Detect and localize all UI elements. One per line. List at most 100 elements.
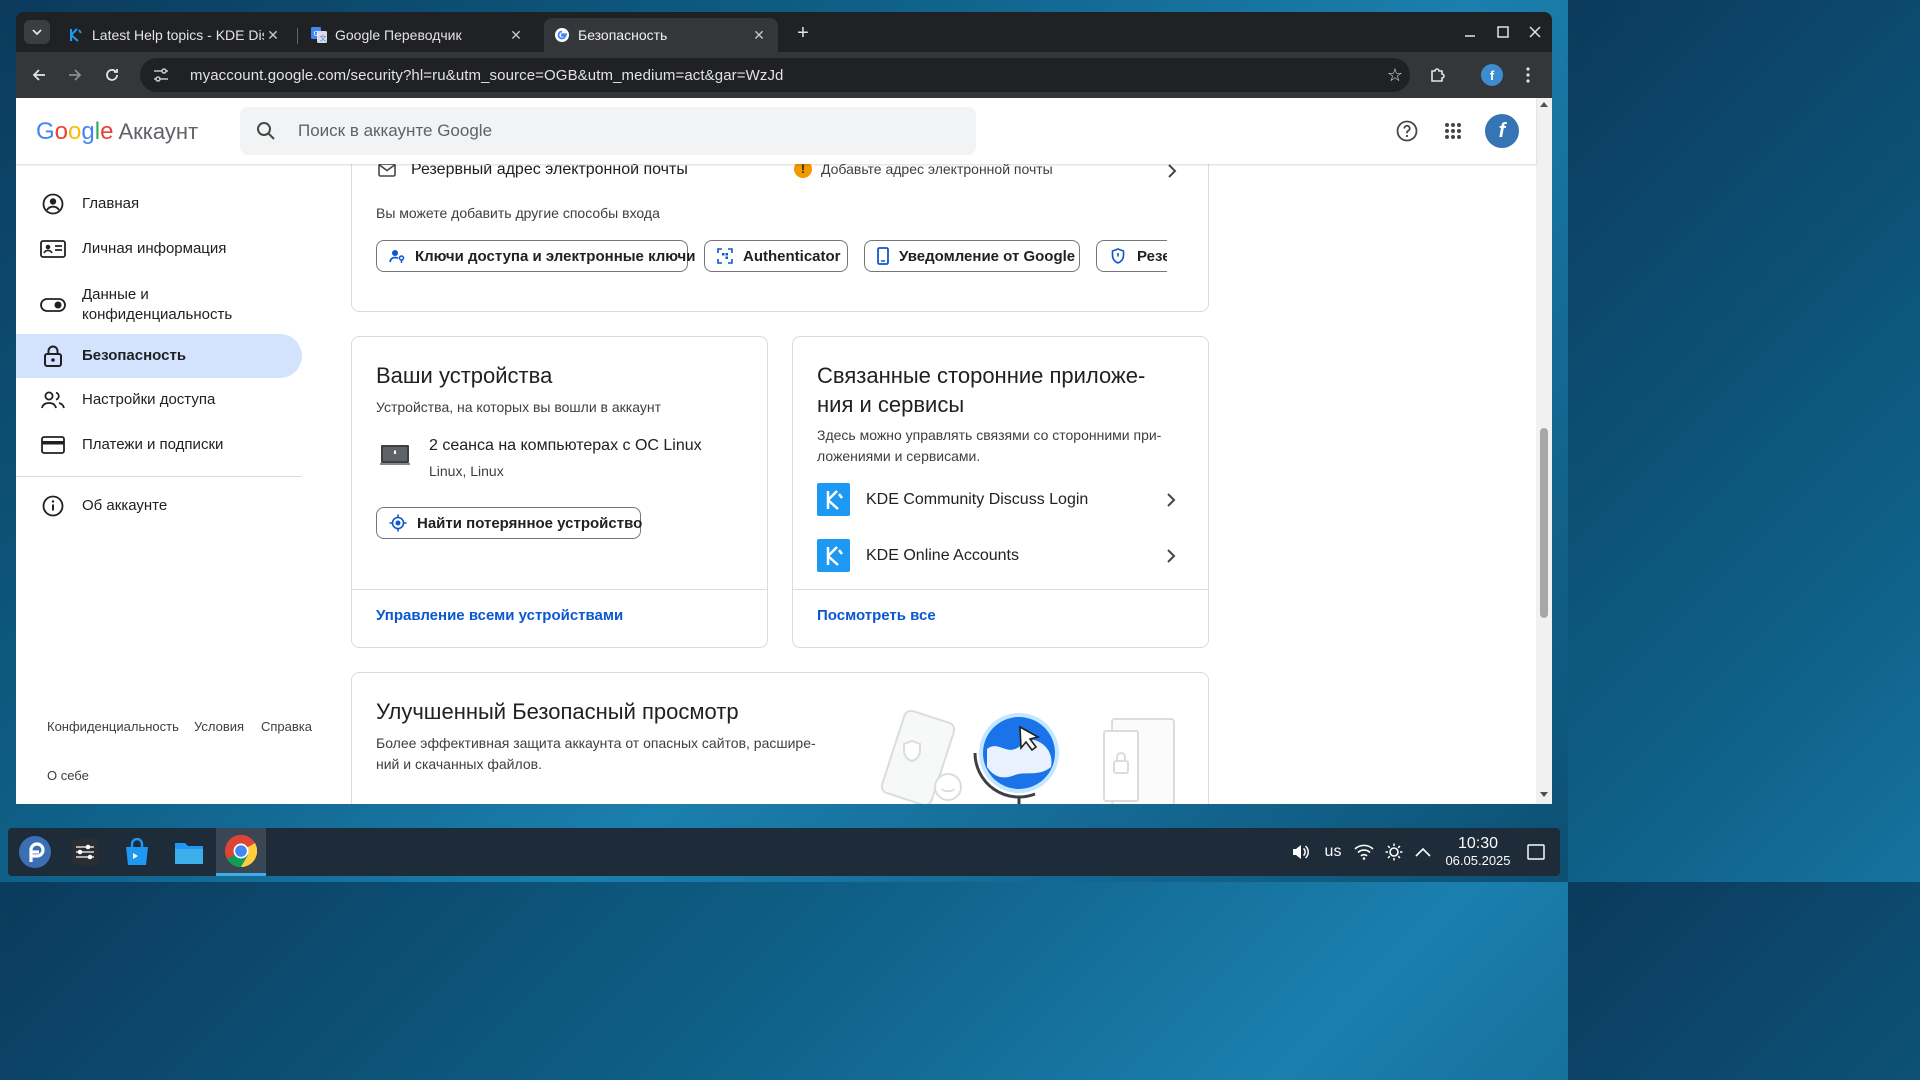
sidebar-item-sharing[interactable]: Настройки доступа (16, 378, 302, 422)
backup-codes-chip[interactable]: Резер (1096, 240, 1167, 272)
chip-label: Резер (1137, 247, 1167, 265)
account-search-input[interactable]: Поиск в аккаунте Google (240, 107, 976, 155)
kde-logo-icon (817, 483, 850, 516)
sidebar-item-payments[interactable]: Платежи и подписки (16, 423, 302, 467)
app-name: KDE Online Accounts (866, 547, 1019, 564)
chevron-down-icon (32, 29, 42, 36)
manage-devices-link[interactable]: Управление всеми устройствами (376, 607, 623, 624)
google-prompt-chip[interactable]: Уведомление от Google (864, 240, 1080, 272)
reload-button[interactable] (98, 61, 126, 89)
show-desktop-button[interactable] (1524, 840, 1548, 864)
apps-button[interactable] (1441, 119, 1465, 143)
card-divider (793, 589, 1208, 590)
tab-google-translate[interactable]: G文 Google Переводчик ✕ (301, 18, 535, 52)
back-button[interactable] (25, 61, 53, 89)
dolphin-button[interactable] (164, 828, 214, 876)
page-scrollbar[interactable] (1536, 98, 1552, 804)
system-settings-button[interactable] (60, 828, 110, 876)
terms-link[interactable]: Условия (194, 719, 244, 734)
tab-security[interactable]: Безопасность ✕ (544, 18, 778, 52)
sidebar-nav: Главная Личная информация Данные и конфи… (16, 164, 312, 804)
scroll-up-icon[interactable] (1540, 102, 1548, 107)
close-window-button[interactable] (1522, 20, 1548, 44)
sidebar-item-about[interactable]: Об аккаунте (16, 484, 302, 528)
browser-menu-button[interactable] (1516, 63, 1540, 87)
authenticator-chip[interactable]: Authenticator (704, 240, 848, 272)
scroll-down-icon[interactable] (1540, 792, 1548, 797)
new-tab-button[interactable]: + (790, 20, 816, 46)
discover-button[interactable] (112, 828, 162, 876)
sidebar-item-data-privacy[interactable]: Данные и конфиденциальность (16, 278, 302, 332)
volume-button[interactable] (1288, 840, 1312, 864)
network-button[interactable] (1352, 840, 1376, 864)
app-row-kde-discuss[interactable]: KDE Community Discuss Login (793, 481, 1208, 519)
maximize-button[interactable] (1490, 20, 1516, 44)
wifi-icon (1354, 844, 1374, 860)
wordmark-letter: e (100, 118, 114, 145)
globe-illustration-icon (973, 713, 1059, 804)
tab-kde-discuss[interactable]: Latest Help topics - KDE Dis ✕ (58, 18, 292, 52)
passkeys-chip[interactable]: Ключи доступа и электронные ключи (376, 240, 695, 272)
signin-chips: Ключи доступа и электронные ключи Authen… (352, 240, 1167, 276)
bookmark-star-icon[interactable]: ☆ (1380, 65, 1410, 86)
dolphin-icon (175, 843, 203, 864)
apps-desc-line2: ложениями и сервисами. (817, 448, 981, 464)
sidebar-item-personal-info[interactable]: Личная информация (16, 227, 302, 271)
avatar[interactable]: f (1485, 114, 1519, 148)
apps-grid-icon (1445, 123, 1461, 139)
chrome-button[interactable] (216, 828, 266, 876)
apps-desc-line1: Здесь можно управлять связями со сторонн… (817, 427, 1162, 443)
privacy-link[interactable]: Конфиденциальность (47, 719, 179, 734)
session-subtitle: Linux, Linux (429, 463, 504, 479)
address-bar[interactable]: myaccount.google.com/security?hl=ru&utm_… (140, 58, 1410, 92)
close-icon[interactable]: ✕ (264, 27, 282, 44)
safe-browsing-desc-line1: Более эффективная защита аккаунта от опа… (376, 735, 816, 751)
svg-text:文: 文 (320, 34, 327, 43)
apps-title-line1: Связанные сторонние приложе- (817, 363, 1146, 388)
web-content: Google Аккаунт Поиск в аккаунте Google f (16, 98, 1552, 804)
app-row-kde-online-accounts[interactable]: KDE Online Accounts (793, 537, 1208, 575)
google-account-logo[interactable]: Google Аккаунт (36, 118, 198, 146)
url-text[interactable]: myaccount.google.com/security?hl=ru&utm_… (190, 67, 1380, 84)
extensions-button[interactable] (1426, 63, 1450, 87)
chevron-up-icon (1415, 847, 1431, 857)
scroll-thumb[interactable] (1540, 428, 1548, 618)
product-name: Аккаунт (118, 119, 199, 144)
see-all-apps-link[interactable]: Посмотреть все (817, 607, 936, 624)
chevron-right-icon (1162, 161, 1182, 181)
help-icon (1396, 120, 1418, 142)
wordmark-letter: o (68, 118, 82, 145)
brightness-button[interactable] (1382, 840, 1406, 864)
help-link[interactable]: Справка (261, 719, 312, 734)
keyboard-layout-indicator[interactable]: us (1320, 840, 1346, 864)
profile-button[interactable]: f (1480, 63, 1504, 87)
clock[interactable]: 10:30 06.05.2025 (1440, 835, 1516, 869)
laptop-icon (380, 443, 410, 472)
google-translate-icon: G文 (311, 27, 327, 43)
sidebar-item-security[interactable]: Безопасность (16, 334, 302, 378)
wordmark-letter: G (36, 118, 55, 145)
card-divider (352, 589, 767, 590)
kebab-menu-icon (1526, 67, 1530, 83)
forward-button[interactable] (61, 61, 89, 89)
site-info-icon[interactable] (152, 66, 172, 84)
safe-browsing-card[interactable]: Улучшенный Безопасный просмотр Более эфф… (351, 672, 1209, 804)
close-icon[interactable]: ✕ (507, 27, 525, 44)
find-lost-device-button[interactable]: Найти потерянное устройство (376, 507, 642, 539)
about-link[interactable]: О себе (47, 768, 89, 783)
plus-icon: + (797, 21, 809, 44)
minimize-button[interactable] (1457, 20, 1483, 44)
sidebar-item-label: Личная информация (82, 240, 227, 257)
close-icon[interactable]: ✕ (750, 27, 768, 44)
tab-search-button[interactable] (24, 20, 50, 44)
sidebar-item-home[interactable]: Главная (16, 182, 302, 226)
google-wordmark: Google (36, 118, 113, 146)
help-button[interactable] (1395, 119, 1419, 143)
tray-expand-button[interactable] (1411, 840, 1435, 864)
sidebar-item-label: Об аккаунте (82, 497, 168, 514)
kde-icon (68, 27, 84, 43)
people-icon (40, 387, 66, 413)
id-card-icon (40, 236, 66, 262)
linux-sessions-row[interactable]: 2 сеанса на компьютерах с ОС Linux Linux… (352, 431, 767, 487)
fedora-launcher-button[interactable] (10, 828, 60, 876)
